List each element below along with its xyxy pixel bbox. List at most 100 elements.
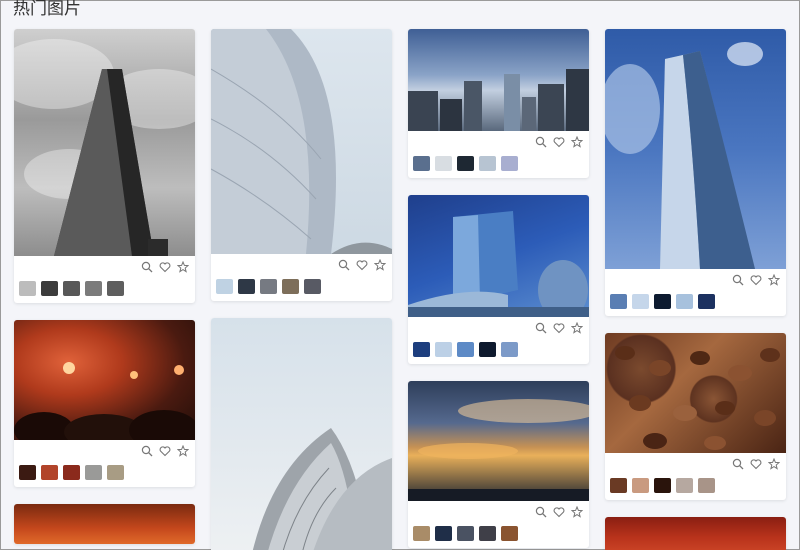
image-card[interactable] — [605, 333, 786, 500]
star-icon[interactable] — [177, 445, 189, 457]
color-palette — [216, 279, 321, 294]
page-title: 热门图片 — [13, 0, 81, 19]
color-swatch[interactable] — [304, 279, 321, 294]
star-icon[interactable] — [571, 506, 583, 518]
color-swatch[interactable] — [435, 526, 452, 541]
image-card[interactable] — [605, 517, 786, 550]
card-footer — [605, 269, 786, 316]
color-swatch[interactable] — [479, 342, 496, 357]
heart-icon[interactable] — [750, 274, 762, 286]
star-icon[interactable] — [177, 261, 189, 273]
gallery-column-3 — [408, 29, 589, 550]
image-card[interactable] — [605, 29, 786, 316]
color-swatch[interactable] — [19, 281, 36, 296]
gallery-column-4 — [605, 29, 786, 550]
tall-tower-photo[interactable] — [605, 29, 786, 269]
zoom-in-icon[interactable] — [338, 259, 350, 271]
color-swatch[interactable] — [413, 156, 430, 171]
color-swatch[interactable] — [435, 156, 452, 171]
zoom-in-icon[interactable] — [732, 458, 744, 470]
curved-facade-photo[interactable] — [211, 29, 392, 254]
opera-house-photo[interactable] — [211, 318, 392, 550]
color-swatch[interactable] — [216, 279, 233, 294]
color-swatch[interactable] — [676, 478, 693, 493]
color-swatch[interactable] — [85, 281, 102, 296]
city-skyline-photo[interactable] — [408, 29, 589, 131]
color-swatch[interactable] — [632, 294, 649, 309]
card-footer — [408, 501, 589, 548]
image-card[interactable] — [14, 504, 195, 544]
heart-icon[interactable] — [553, 506, 565, 518]
image-card[interactable] — [211, 318, 392, 550]
star-icon[interactable] — [571, 322, 583, 334]
color-swatch[interactable] — [676, 294, 693, 309]
zoom-in-icon[interactable] — [141, 445, 153, 457]
star-icon[interactable] — [768, 458, 780, 470]
color-swatch[interactable] — [698, 478, 715, 493]
color-swatch[interactable] — [85, 465, 102, 480]
color-swatch[interactable] — [654, 294, 671, 309]
glass-building-photo[interactable] — [408, 195, 589, 317]
color-swatch[interactable] — [457, 342, 474, 357]
zoom-in-icon[interactable] — [732, 274, 744, 286]
color-swatch[interactable] — [501, 156, 518, 171]
color-swatch[interactable] — [479, 526, 496, 541]
color-swatch[interactable] — [63, 281, 80, 296]
heart-icon[interactable] — [356, 259, 368, 271]
color-palette — [610, 294, 715, 309]
color-swatch[interactable] — [413, 526, 430, 541]
color-swatch[interactable] — [41, 465, 58, 480]
star-icon[interactable] — [571, 136, 583, 148]
color-swatch[interactable] — [41, 281, 58, 296]
color-swatch[interactable] — [632, 478, 649, 493]
berries-photo[interactable] — [605, 517, 786, 550]
color-swatch[interactable] — [501, 526, 518, 541]
color-swatch[interactable] — [19, 465, 36, 480]
color-swatch[interactable] — [282, 279, 299, 294]
color-swatch[interactable] — [610, 478, 627, 493]
heart-icon[interactable] — [553, 322, 565, 334]
skyscraper-shard-photo[interactable] — [14, 29, 195, 256]
image-card[interactable] — [408, 195, 589, 364]
zoom-in-icon[interactable] — [141, 261, 153, 273]
zoom-in-icon[interactable] — [535, 322, 547, 334]
color-swatch[interactable] — [457, 526, 474, 541]
color-swatch[interactable] — [479, 156, 496, 171]
color-swatch[interactable] — [501, 342, 518, 357]
heart-icon[interactable] — [159, 261, 171, 273]
color-swatch[interactable] — [413, 342, 430, 357]
card-footer — [408, 317, 589, 364]
color-swatch[interactable] — [698, 294, 715, 309]
color-palette — [413, 526, 518, 541]
color-swatch[interactable] — [238, 279, 255, 294]
color-swatch[interactable] — [610, 294, 627, 309]
heart-icon[interactable] — [159, 445, 171, 457]
heart-icon[interactable] — [553, 136, 565, 148]
image-card[interactable] — [14, 320, 195, 487]
image-card[interactable] — [408, 381, 589, 548]
coffee-beans-photo[interactable] — [605, 333, 786, 453]
image-card[interactable] — [211, 29, 392, 301]
zoom-in-icon[interactable] — [535, 506, 547, 518]
image-card[interactable] — [14, 29, 195, 303]
color-swatch[interactable] — [107, 281, 124, 296]
star-icon[interactable] — [768, 274, 780, 286]
torch-crowd-photo[interactable] — [14, 320, 195, 440]
image-card[interactable] — [408, 29, 589, 178]
card-footer — [211, 254, 392, 301]
heart-icon[interactable] — [750, 458, 762, 470]
color-swatch[interactable] — [63, 465, 80, 480]
fire-photo[interactable] — [14, 504, 195, 544]
color-palette — [19, 281, 124, 296]
color-swatch[interactable] — [260, 279, 277, 294]
color-swatch[interactable] — [107, 465, 124, 480]
color-swatch[interactable] — [457, 156, 474, 171]
color-palette — [413, 156, 518, 171]
color-palette — [413, 342, 518, 357]
sunset-sky-photo[interactable] — [408, 381, 589, 501]
zoom-in-icon[interactable] — [535, 136, 547, 148]
color-swatch[interactable] — [435, 342, 452, 357]
gallery-column-2 — [211, 29, 392, 550]
color-swatch[interactable] — [654, 478, 671, 493]
star-icon[interactable] — [374, 259, 386, 271]
